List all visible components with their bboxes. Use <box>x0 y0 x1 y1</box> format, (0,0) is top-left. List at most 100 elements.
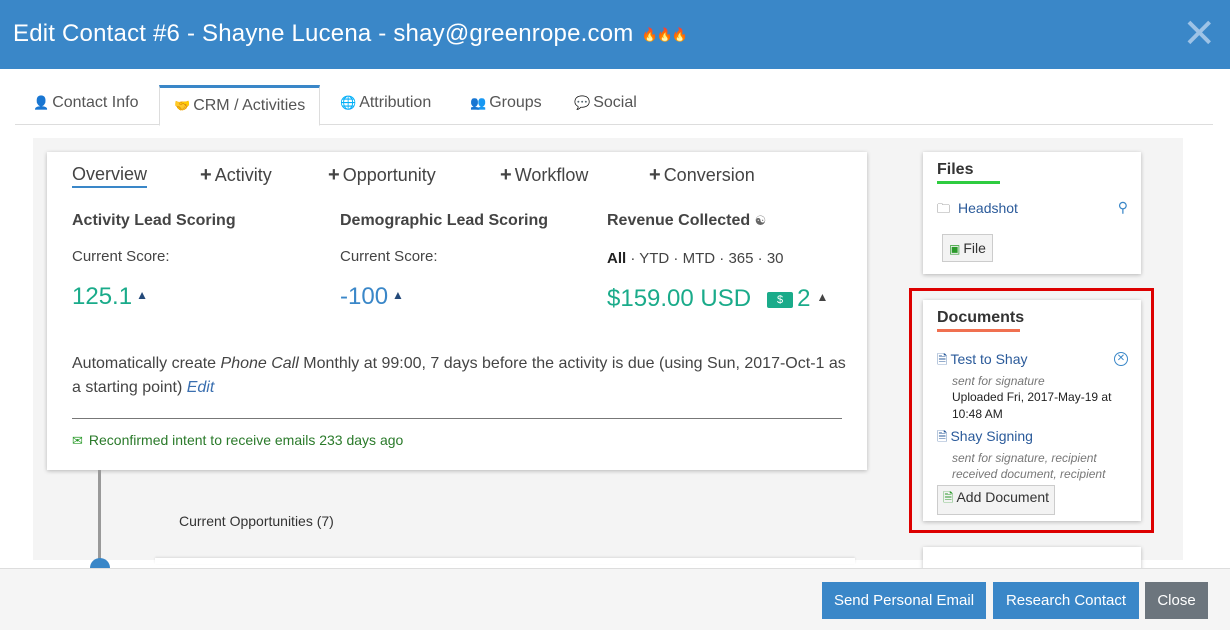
caret-up-icon[interactable]: ▲ <box>136 288 148 302</box>
document-link[interactable]: 🗎 Shay Signing <box>937 428 1132 450</box>
document-link[interactable]: 🗎 Test to Shay <box>937 351 1132 373</box>
subtab-label: Conversion <box>663 165 755 185</box>
document-status: sent for signature, recipient received d… <box>952 451 1106 481</box>
revenue-title: Revenue Collected ☯ <box>607 212 828 230</box>
fire-icon: 🔥🔥🔥 <box>641 27 688 42</box>
close-icon[interactable]: ✕ <box>1182 10 1216 58</box>
tab-social[interactable]: 💬 Social <box>574 85 637 125</box>
tab-label: Attribution <box>359 94 432 111</box>
subtab-label: Workflow <box>514 165 589 185</box>
plus-icon: + <box>328 164 340 186</box>
demographic-score-label: Current Score: <box>340 248 438 265</box>
caret-up-icon[interactable]: ▲ <box>816 290 828 304</box>
period-mtd[interactable]: MTD <box>683 250 716 267</box>
subtab-workflow[interactable]: + Workflow <box>500 164 588 187</box>
tab-label: Social <box>593 94 637 111</box>
auto-create-prefix: Automatically create <box>72 355 221 372</box>
period-separator: · <box>719 250 725 267</box>
activity-score: 125.1 ▲ <box>72 283 236 311</box>
revenue-collected: Revenue Collected ☯ All · YTD · MTD · 36… <box>607 212 828 313</box>
modal-footer: Send Personal Email Research Contact Clo… <box>0 568 1230 630</box>
auto-create-activity-type: Phone Call <box>220 355 299 372</box>
period-365[interactable]: 365 <box>728 250 753 267</box>
plus-icon: + <box>200 164 212 186</box>
folder-icon: 🗀 <box>937 201 951 216</box>
folder-headshot[interactable]: 🗀 Headshot <box>937 200 1018 222</box>
search-icon[interactable]: ⚲ <box>1118 199 1128 216</box>
revenue-count: 2 <box>797 285 811 312</box>
modal-header: Edit Contact #6 - Shayne Lucena - shay@g… <box>0 0 1230 69</box>
close-button[interactable]: Close <box>1145 582 1208 619</box>
document-icon: 🗎 <box>937 429 948 444</box>
demographic-scoring: Demographic Lead Scoring Current Score: … <box>340 212 548 311</box>
documents-card: Documents 🗎 Test to Shay sent for signatu… <box>923 300 1141 521</box>
tab-groups[interactable]: 👥 Groups <box>470 85 542 125</box>
edit-link[interactable]: Edit <box>187 379 215 396</box>
modal-title: Edit Contact #6 - Shayne Lucena - shay@g… <box>13 20 688 48</box>
demographic-score-value: -100 <box>340 283 389 310</box>
plus-icon: + <box>649 164 661 186</box>
tab-crm-activities[interactable]: 🤝 CRM / Activities <box>159 85 321 126</box>
documents-title: Documents <box>937 309 1024 332</box>
tab-bar: 👤 Contact Info 🤝 CRM / Activities 🌐 Attribu… <box>15 85 1213 126</box>
envelope-icon: ✉ <box>72 433 83 448</box>
add-file-button[interactable]: ▣ File <box>942 234 993 262</box>
subtab-opportunity[interactable]: + Opportunity <box>328 164 436 187</box>
file-image-icon: ▣ <box>949 242 961 256</box>
revenue-amount: $159.00 USD <box>607 285 752 312</box>
confirmation-text: Reconfirmed intent to receive emails 233… <box>88 432 404 448</box>
demographic-scoring-title: Demographic Lead Scoring <box>340 212 549 229</box>
add-document-label: Add Document <box>956 489 1050 505</box>
folder-label: Headshot <box>958 200 1018 216</box>
period-ytd[interactable]: YTD <box>639 250 669 267</box>
subtab-conversion[interactable]: + Conversion <box>649 164 755 187</box>
opportunities-card <box>155 558 855 564</box>
period-30[interactable]: 30 <box>767 250 784 267</box>
subtab-activity[interactable]: + Activity <box>200 164 272 187</box>
tab-label: Contact Info <box>52 94 139 111</box>
activity-score-value: 125.1 <box>72 283 133 310</box>
period-separator: · <box>757 250 763 267</box>
period-separator: · <box>630 250 636 267</box>
plus-icon: + <box>500 164 512 186</box>
revenue-title-text: Revenue Collected <box>607 212 751 229</box>
auto-create-text: Automatically create Phone Call Monthly … <box>72 352 847 400</box>
tab-label: CRM / Activities <box>193 97 306 114</box>
speech-bubble-icon: 💬 <box>574 95 591 110</box>
research-contact-button[interactable]: Research Contact <box>993 582 1139 619</box>
crm-overview-card: Overview + Activity + Opportunity + Workflo… <box>47 152 867 470</box>
opportunities-title: Current Opportunities (7) <box>179 513 334 529</box>
caret-up-icon[interactable]: ▲ <box>392 288 404 302</box>
revenue-amount-row: $159.00 USD $2 ▲ <box>607 285 828 313</box>
tab-attribution[interactable]: 🌐 Attribution <box>340 85 431 125</box>
activity-scoring: Activity Lead Scoring Current Score: 125… <box>72 212 236 311</box>
send-personal-email-button[interactable]: Send Personal Email <box>822 582 986 619</box>
period-all[interactable]: All <box>607 250 626 267</box>
document-name: Shay Signing <box>950 428 1033 444</box>
document-uploaded: Uploaded Fri, 2017-May-19 at 10:48 AM <box>952 390 1112 421</box>
activity-score-label: Current Score: <box>72 248 170 265</box>
binoculars-icon[interactable]: ☯ <box>755 213 767 228</box>
revenue-periods: All · YTD · MTD · 365 · 30 <box>607 250 828 267</box>
remove-document-icon[interactable]: ✕ <box>1114 352 1128 366</box>
divider <box>72 418 842 419</box>
files-card: Files 🗀 Headshot ⚲ ▣ File <box>923 152 1141 274</box>
people-icon: 👥 <box>470 95 487 110</box>
tab-contact-info[interactable]: 👤 Contact Info <box>33 85 138 125</box>
files-title: Files <box>937 161 1000 184</box>
period-separator: · <box>673 250 679 267</box>
tab-label: Groups <box>489 94 542 111</box>
globe-icon: 🌐 <box>340 95 357 110</box>
document-icon: 🗎 <box>943 490 954 505</box>
handshake-icon: 🤝 <box>174 98 191 113</box>
subtab-overview[interactable]: Overview <box>72 164 148 188</box>
add-document-button[interactable]: 🗎 Add Document <box>937 485 1056 515</box>
document-name: Test to Shay <box>950 351 1028 367</box>
email-confirmation: ✉ Reconfirmed intent to receive emails 23… <box>72 432 403 449</box>
document-icon: 🗎 <box>937 352 948 367</box>
demographic-score: -100 ▲ <box>340 283 548 311</box>
person-icon: 👤 <box>33 95 50 110</box>
subtab-label: Activity <box>214 165 272 185</box>
activity-scoring-title: Activity Lead Scoring <box>72 212 236 229</box>
document-item: 🗎 Shay Signing sent for signature, recipi… <box>937 428 1132 482</box>
